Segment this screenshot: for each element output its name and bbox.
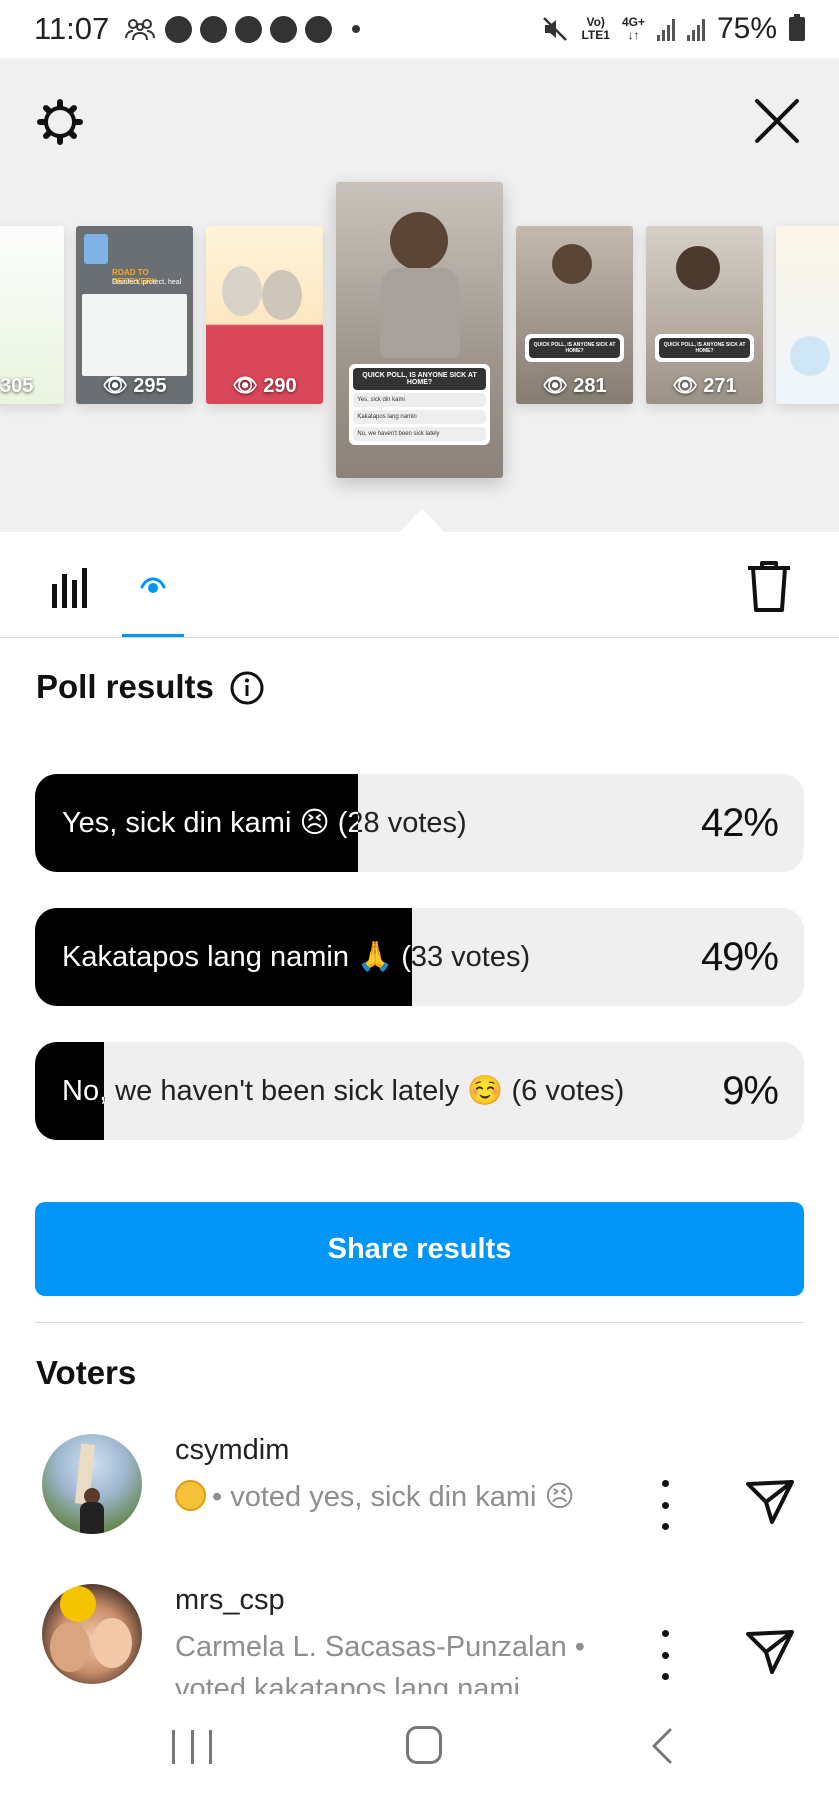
avatar[interactable] xyxy=(42,1584,142,1684)
story-poll-option: Kakatapos lang namin xyxy=(353,410,486,424)
story-view-count: 👁 271 xyxy=(672,375,737,397)
story-thumbnails: 305 ROAD TO RECOVERY Disinfect, protect,… xyxy=(0,58,839,532)
poll-option-bar[interactable]: Yes, sick din kami 😣 (28 votes) Yes, sic… xyxy=(35,774,804,872)
story-thumbnail[interactable]: ROAD TO RECOVERY Disinfect, protect, hea… xyxy=(76,226,193,404)
poll-option-percent: 42% xyxy=(700,801,779,845)
grandparent-illustration xyxy=(262,270,302,320)
insights-tabs xyxy=(0,532,839,638)
status-time: 11:07 xyxy=(34,11,110,46)
mute-icon xyxy=(543,17,568,41)
story-thumbnail[interactable]: QUICK POLL, IS ANYONE SICK AT HOME? 👁 28… xyxy=(516,226,633,404)
bar-chart-icon[interactable] xyxy=(44,564,94,610)
avatar[interactable] xyxy=(42,1434,142,1534)
signal-icon xyxy=(656,17,675,41)
voter-row[interactable]: csymdim • voted yes, sick din kami 😣 xyxy=(0,1434,839,1564)
poll-option-percent: 49% xyxy=(700,935,779,979)
poll-option-clip: Yes, sick din kami 😣 (28 votes) xyxy=(35,774,358,872)
battery-percent: 75% xyxy=(716,12,777,45)
smile-emoji-icon xyxy=(175,1480,206,1511)
badge-logo xyxy=(60,1586,96,1622)
selected-story-pointer xyxy=(400,508,444,532)
voters-title: Voters xyxy=(36,1354,137,1391)
product-image xyxy=(790,336,830,376)
active-tab-indicator xyxy=(122,634,184,637)
story-poll-sticker: QUICK POLL, IS ANYONE SICK AT HOME? Yes,… xyxy=(349,364,490,445)
send-icon[interactable] xyxy=(744,1626,796,1678)
more-options-icon[interactable] xyxy=(650,1630,680,1680)
story-thumb-subtitle: Disinfect, protect, heal xyxy=(112,279,182,286)
poll-option-percent: 9% xyxy=(722,1069,779,1113)
messenger-icon xyxy=(200,15,228,43)
4g-indicator: 4G+ ↓↑ xyxy=(621,15,645,42)
clipboard-icon xyxy=(84,234,108,264)
poll-option-clip: No, we haven't been sick lately ☺️ (6 vo… xyxy=(35,1042,104,1140)
grandparent-illustration xyxy=(222,266,262,316)
gear-icon[interactable] xyxy=(36,98,84,146)
notification-icons xyxy=(123,15,361,43)
story-thumbnail[interactable]: 305 xyxy=(0,226,64,404)
eye-icon xyxy=(140,577,166,593)
story-thumbnail[interactable]: QUICK POLL, IS ANYONE SICK AT HOME? 👁 27… xyxy=(646,226,763,404)
vote-description: • voted yes, sick din kami 😣 xyxy=(212,1481,575,1513)
messenger-icon xyxy=(165,15,193,43)
signal-icon xyxy=(686,17,705,41)
poll-option-bar[interactable]: No, we haven't been sick lately ☺️ (6 vo… xyxy=(35,1042,804,1140)
story-poll-option: Yes, sick din kami xyxy=(353,393,486,407)
story-view-count: 👁 290 xyxy=(232,375,297,397)
voter-username[interactable]: mrs_csp xyxy=(175,1584,285,1617)
share-results-button[interactable]: Share results xyxy=(35,1202,804,1296)
status-bar: 11:07 Vo) LTE1 4G+ ↓↑ 75% xyxy=(0,0,839,58)
more-options-icon[interactable] xyxy=(650,1480,680,1530)
home-icon[interactable] xyxy=(406,1726,442,1764)
product-grid xyxy=(82,294,187,376)
poll-option-label-inverse: No, we haven't been sick lately ☺️ (6 vo… xyxy=(62,1075,104,1107)
facebook-icon xyxy=(305,15,333,43)
poll-option-label-inverse: Yes, sick din kami 😣 (28 votes) xyxy=(62,807,358,839)
back-icon[interactable] xyxy=(650,1726,674,1766)
story-poll-sticker: QUICK POLL, IS ANYONE SICK AT HOME? xyxy=(525,334,624,362)
battery-icon xyxy=(789,14,805,41)
child-photo xyxy=(552,244,592,284)
poll-option-label: No, we haven't been sick lately ☺️ (6 vo… xyxy=(62,1075,625,1107)
send-icon[interactable] xyxy=(744,1476,796,1528)
poll-option-label-inverse: Kakatapos lang namin 🙏 (33 votes) xyxy=(62,941,412,973)
story-poll-question: QUICK POLL, IS ANYONE SICK AT HOME? xyxy=(353,368,486,390)
child-photo xyxy=(676,246,720,290)
person-face xyxy=(50,1622,90,1672)
voter-username[interactable]: csymdim xyxy=(175,1434,289,1467)
volte-indicator: Vo) LTE1 xyxy=(581,15,610,42)
story-view-count: 👁 281 xyxy=(542,375,607,397)
story-poll-question: QUICK POLL, IS ANYONE SICK AT HOME? xyxy=(529,338,620,358)
story-poll-question: QUICK POLL, IS ANYONE SICK AT HOME? xyxy=(659,338,750,358)
story-view-count: 👁 295 xyxy=(102,375,167,397)
people-icon xyxy=(123,16,157,42)
system-nav-bar xyxy=(0,1694,839,1799)
status-right: Vo) LTE1 4G+ ↓↑ 75% xyxy=(541,12,805,46)
story-poll-option: No, we haven't been sick lately xyxy=(353,427,486,441)
trash-icon[interactable] xyxy=(744,558,794,614)
facebook-icon xyxy=(270,15,298,43)
recent-apps-icon[interactable] xyxy=(172,1730,212,1764)
messenger-icon xyxy=(235,15,263,43)
more-notifications-dot-icon xyxy=(352,25,361,33)
child-photo xyxy=(390,212,448,270)
info-icon[interactable] xyxy=(230,671,264,705)
child-face xyxy=(92,1618,132,1668)
person-silhouette xyxy=(80,1502,104,1534)
story-carousel-area: 305 ROAD TO RECOVERY Disinfect, protect,… xyxy=(0,58,839,532)
poll-results-title: Poll results xyxy=(36,668,214,705)
voter-vote-text: • voted yes, sick din kami 😣 xyxy=(175,1476,595,1518)
story-thumbnail[interactable]: 👁 290 xyxy=(206,226,323,404)
story-poll-sticker: QUICK POLL, IS ANYONE SICK AT HOME? xyxy=(655,334,754,362)
close-icon[interactable] xyxy=(752,96,802,146)
tab-viewers[interactable] xyxy=(122,554,184,616)
story-thumbnail[interactable] xyxy=(776,226,839,404)
story-view-count: 305 xyxy=(0,375,34,397)
poll-option-clip: Kakatapos lang namin 🙏 (33 votes) xyxy=(35,908,412,1006)
child-photo-body xyxy=(380,268,460,358)
section-divider xyxy=(35,1322,804,1323)
poll-option-bar[interactable]: Kakatapos lang namin 🙏 (33 votes) Kakata… xyxy=(35,908,804,1006)
story-thumbnail-selected[interactable]: QUICK POLL, IS ANYONE SICK AT HOME? Yes,… xyxy=(336,182,503,478)
